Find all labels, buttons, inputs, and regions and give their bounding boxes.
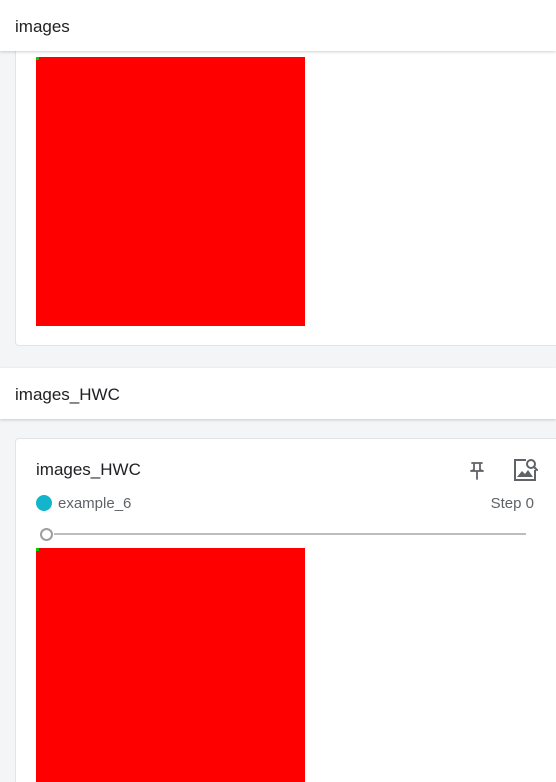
run-color-dot [36, 495, 52, 511]
image-corner-pixel [36, 548, 39, 551]
image-card-images-hwc: images_HWC example_6 Step 0 [15, 438, 556, 782]
group-header-images-hwc[interactable]: images_HWC [0, 368, 556, 419]
group-header-images[interactable]: images [0, 0, 556, 51]
image-search-button[interactable] [511, 456, 539, 484]
image-corner-pixel [36, 57, 39, 60]
image-card-images [15, 30, 556, 346]
step-label: Step 0 [490, 495, 534, 512]
step-slider[interactable] [40, 527, 526, 541]
pin-button[interactable] [463, 457, 491, 485]
card-title: images_HWC [36, 460, 141, 479]
image-search-icon [514, 459, 538, 481]
pin-icon [470, 462, 484, 480]
page: images images_HWC images_HWC example_6 S… [0, 0, 556, 782]
run-legend: example_6 [36, 493, 131, 513]
image-preview[interactable] [36, 548, 305, 782]
group-title: images [15, 17, 70, 36]
image-preview[interactable] [36, 57, 305, 326]
group-title: images_HWC [15, 385, 120, 404]
run-name: example_6 [58, 494, 132, 512]
slider-thumb[interactable] [40, 528, 53, 541]
slider-track[interactable] [54, 533, 526, 535]
